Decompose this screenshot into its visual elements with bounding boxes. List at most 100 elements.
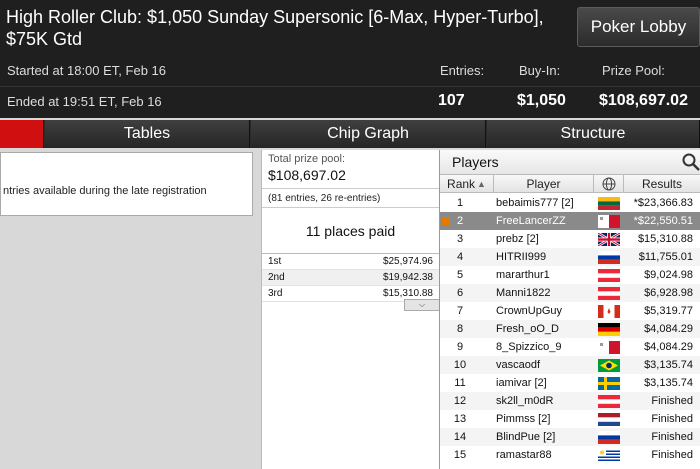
player-name: bebaimis777 [2] [496, 197, 574, 209]
player-name: Manni1822 [496, 287, 551, 299]
payout-row: 1st $25,974.96 [262, 254, 439, 270]
brazil-flag-icon [598, 359, 620, 372]
player-row[interactable]: 10 vascaodf $3,135.74 [440, 356, 700, 374]
player-rank: 6 [456, 287, 464, 299]
player-name: sk2ll_m0dR [496, 395, 554, 407]
player-row[interactable]: 15 ramastar88 Finished [440, 446, 700, 464]
player-row[interactable]: 7 CrownUpGuy $5,319.77 [440, 302, 700, 320]
player-name: Pimmss [2] [496, 413, 551, 425]
player-name: FreeLancerZZ [496, 215, 566, 227]
buyin-value: $1,050 [517, 92, 566, 109]
malta-flag-icon [598, 215, 620, 228]
results-column-header[interactable]: Results [624, 175, 700, 193]
player-row[interactable]: 6 Manni1822 $6,928.98 [440, 284, 700, 302]
tournament-title: High Roller Club: $1,050 Sunday Superson… [6, 7, 544, 49]
russia-flag-icon [598, 251, 620, 264]
late-registration-box: ntries available during the late registr… [0, 152, 253, 216]
tournament-header: High Roller Club: $1,050 Sunday Superson… [0, 0, 700, 118]
player-row[interactable]: 11 iamivar [2] $3,135.74 [440, 374, 700, 392]
search-icon[interactable] [681, 152, 700, 172]
player-row[interactable]: 14 BlindPue [2] Finished [440, 428, 700, 446]
austria-flag-icon [598, 287, 620, 300]
payout-amount: $19,942.38 [382, 272, 433, 283]
player-name: HITRII999 [496, 251, 547, 263]
germany-flag-icon [598, 323, 620, 336]
tab-bar: Tables Chip Graph Structure [0, 120, 700, 148]
player-row[interactable]: 13 Pimmss [2] Finished [440, 410, 700, 428]
russia-flag-icon [598, 431, 620, 444]
country-column-header[interactable] [594, 175, 624, 193]
player-result: $6,928.98 [644, 287, 693, 299]
malta-flag-icon [598, 341, 620, 354]
uk-flag-icon [598, 233, 620, 246]
player-row[interactable]: 2 FreeLancerZZ *$22,550.51 [440, 212, 700, 230]
player-row[interactable]: 12 sk2ll_m0dR Finished [440, 392, 700, 410]
player-rank: 11 [454, 377, 466, 389]
player-result: $11,755.01 [638, 251, 693, 263]
player-result: *$23,366.83 [633, 197, 693, 209]
rank-column-header[interactable]: Rank ▲ [440, 175, 494, 193]
started-time: Started at 18:00 ET, Feb 16 [7, 63, 166, 78]
player-rank: 1 [456, 197, 464, 209]
uruguay-flag-icon [598, 449, 620, 462]
player-rank: 10 [453, 359, 467, 371]
player-name: BlindPue [2] [496, 431, 556, 443]
lithuania-flag-icon [598, 197, 620, 210]
poker-lobby-button[interactable]: Poker Lobby [577, 7, 700, 47]
payout-amount: $15,310.88 [382, 288, 433, 299]
players-panel: Players Rank ▲ Player Results 1 bebaimis7… [439, 150, 700, 469]
player-row[interactable]: 4 HITRII999 $11,755.01 [440, 248, 700, 266]
player-result: $3,135.74 [644, 359, 693, 371]
austria-flag-icon [598, 269, 620, 282]
player-rank: 7 [456, 305, 464, 317]
players-title: Players [452, 154, 499, 170]
player-rank: 15 [453, 449, 467, 461]
player-name: Fresh_oO_D [496, 323, 559, 335]
player-rank: 4 [456, 251, 464, 263]
payout-place: 1st [268, 256, 282, 267]
payout-row: 2nd $19,942.38 [262, 270, 439, 286]
places-paid: 11 places paid [305, 223, 396, 239]
player-result: $9,024.98 [644, 269, 693, 281]
tab-tables[interactable]: Tables [45, 120, 250, 148]
player-result: Finished [651, 413, 693, 425]
player-rank: 14 [453, 431, 467, 443]
player-name: prebz [2] [496, 233, 539, 245]
player-rank: 9 [456, 341, 464, 353]
prize-pool-value: $108,697.02 [599, 92, 688, 109]
total-prize-label: Total prize pool: [268, 153, 346, 165]
tab-chip-graph[interactable]: Chip Graph [251, 120, 486, 148]
player-row[interactable]: 1 bebaimis777 [2] *$23,366.83 [440, 194, 700, 212]
player-result: Finished [651, 431, 693, 443]
player-rank: 5 [456, 269, 464, 281]
player-column-header[interactable]: Player [494, 175, 594, 193]
prize-panel: Total prize pool: $108,697.02 (81 entrie… [261, 150, 440, 469]
tab-structure[interactable]: Structure [487, 120, 700, 148]
austria-flag-icon [598, 395, 620, 408]
expand-payouts-button[interactable]: ⌵ [404, 299, 440, 311]
players-list: 1 bebaimis777 [2] *$23,366.83 2 FreeLancerZZ… [440, 194, 700, 464]
sort-up-icon: ▲ [477, 178, 486, 189]
player-name: ramastar88 [496, 449, 552, 461]
header-divider [0, 86, 700, 87]
players-header: Players [440, 150, 700, 175]
player-name: vascaodf [496, 359, 541, 371]
total-prize-value: $108,697.02 [268, 167, 346, 183]
player-name: 8_Spizzico_9 [496, 341, 562, 353]
player-name: mararthur1 [496, 269, 550, 281]
payout-table: 1st $25,974.96 2nd $19,942.38 3rd $15,31… [262, 253, 439, 302]
player-result: Finished [651, 395, 693, 407]
player-row[interactable]: 3 prebz [2] $15,310.88 [440, 230, 700, 248]
player-row[interactable]: 5 mararthur1 $9,024.98 [440, 266, 700, 284]
player-result: $3,135.74 [644, 377, 693, 389]
player-result: Finished [651, 449, 693, 461]
player-row[interactable]: 9 8_Spizzico_9 $4,084.29 [440, 338, 700, 356]
tab-active-indicator[interactable] [0, 120, 44, 148]
prize-pool-label: Prize Pool: [602, 63, 665, 78]
player-rank: 2 [456, 215, 464, 227]
ended-time: Ended at 19:51 ET, Feb 16 [7, 94, 162, 109]
player-rank: 13 [453, 413, 467, 425]
player-rank: 12 [453, 395, 467, 407]
player-row[interactable]: 8 Fresh_oO_D $4,084.29 [440, 320, 700, 338]
chevron-down-icon: ⌵ [418, 300, 426, 309]
